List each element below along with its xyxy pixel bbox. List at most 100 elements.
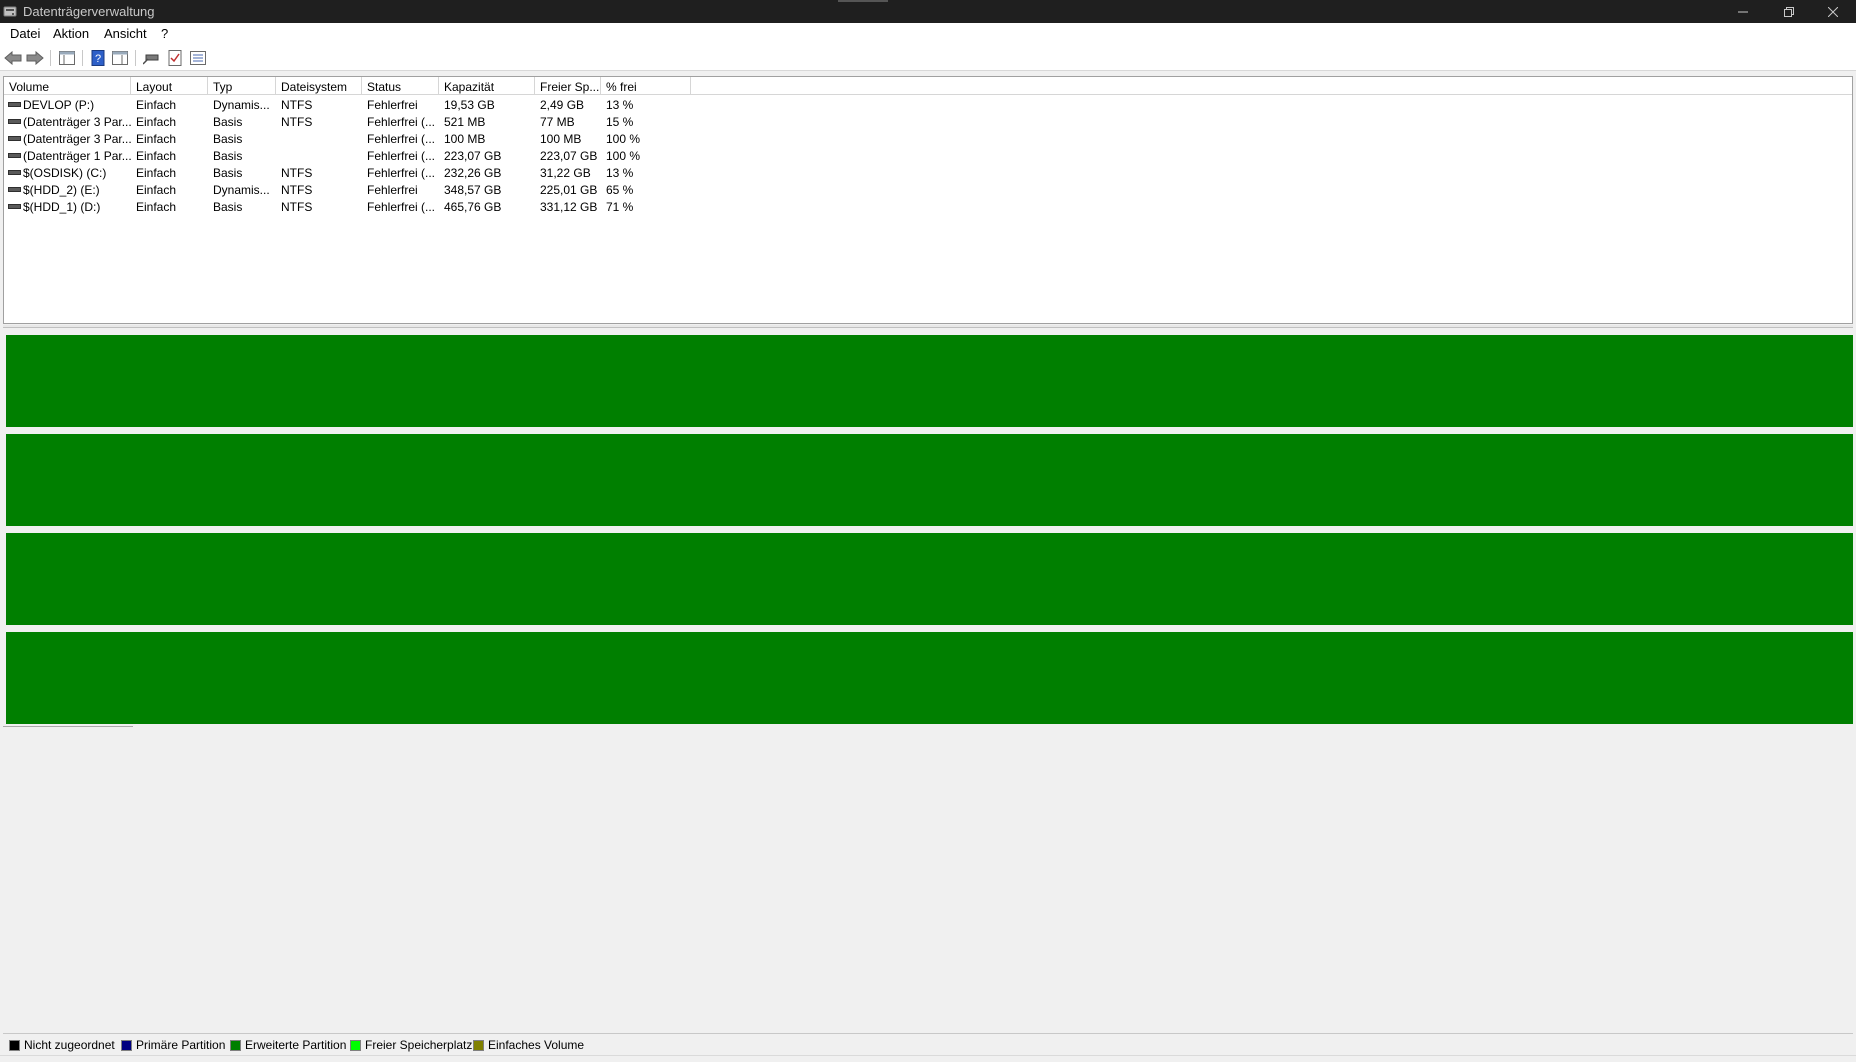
back-arrow-icon xyxy=(4,51,22,65)
close-button[interactable] xyxy=(1810,0,1856,23)
check-icon xyxy=(168,50,182,66)
cell-layout: Einfach xyxy=(136,149,177,163)
cell-volume: $(OSDISK) (C:) xyxy=(23,166,107,180)
cell-prozent-frei: 13 % xyxy=(606,166,634,180)
cell-kapazitaet: 19,53 GB xyxy=(444,98,495,112)
menu-datei[interactable]: Datei xyxy=(8,26,42,41)
check-button[interactable] xyxy=(165,49,185,67)
legend-item-simple-volume: Einfaches Volume xyxy=(473,1038,584,1052)
table-row[interactable]: $(HDD_1) (D:) Einfach Basis NTFS Fehlerfrei … xyxy=(4,198,1852,215)
cell-typ: Basis xyxy=(213,115,243,129)
table-row[interactable]: $(HDD_2) (E:) Einfach Dynamis... NTFS Fehler… xyxy=(4,181,1852,198)
toolbar-separator xyxy=(82,50,83,66)
status-bar xyxy=(0,1055,1856,1062)
table-row[interactable]: $(OSDISK) (C:) Einfach Basis NTFS Fehlerfrei… xyxy=(4,164,1852,181)
legend-label: Primäre Partition xyxy=(136,1038,226,1052)
restore-button[interactable] xyxy=(1766,0,1812,23)
drive-icon xyxy=(8,119,21,124)
cell-dateisystem: NTFS xyxy=(281,166,313,180)
table-row[interactable]: DEVLOP (P:) Einfach Dynamis... NTFS Fehlerfr… xyxy=(4,96,1852,113)
drive-icon xyxy=(8,102,21,107)
toolbar: ? xyxy=(0,45,1856,71)
column-header-layout[interactable]: Layout xyxy=(131,77,208,95)
legend-label: Erweiterte Partition xyxy=(245,1038,347,1052)
list-view-button[interactable] xyxy=(188,49,208,67)
cell-prozent-frei: 13 % xyxy=(606,98,634,112)
toolbar-separator xyxy=(50,50,51,66)
cell-volume: $(HDD_2) (E:) xyxy=(23,183,100,197)
help-icon: ? xyxy=(91,50,105,66)
cell-status: Fehlerfrei (... xyxy=(367,166,436,180)
forward-button[interactable] xyxy=(25,49,45,67)
help-button[interactable]: ? xyxy=(88,49,108,67)
cell-freier-speicher: 2,49 GB xyxy=(540,98,585,112)
disk-3-bar[interactable] xyxy=(6,632,1853,724)
cell-prozent-frei: 65 % xyxy=(606,183,634,197)
title-bar[interactable]: Datenträgerverwaltung xyxy=(0,0,1856,23)
disk-2-bar[interactable] xyxy=(6,533,1853,625)
toolbar-separator xyxy=(135,50,136,66)
legend-item-unallocated: Nicht zugeordnet xyxy=(9,1038,115,1052)
drive-icon xyxy=(8,136,21,141)
console-tree-icon xyxy=(59,51,75,65)
forward-arrow-icon xyxy=(26,51,44,65)
connect-disk-button[interactable] xyxy=(141,49,161,67)
cell-typ: Basis xyxy=(213,200,243,214)
table-row[interactable]: (Datenträger 3 Par... Einfach Basis Fehlerf… xyxy=(4,130,1852,147)
properties-pane-icon xyxy=(112,51,128,65)
legend-item-primary: Primäre Partition xyxy=(121,1038,225,1052)
legend-swatch xyxy=(121,1039,132,1051)
table-row[interactable]: (Datenträger 3 Par... Einfach Basis NTFS Feh… xyxy=(4,113,1852,130)
minimize-button[interactable] xyxy=(1720,0,1766,23)
cell-prozent-frei: 100 % xyxy=(606,149,641,163)
column-header-dateisystem[interactable]: Dateisystem xyxy=(276,77,362,95)
column-header-freier-speicher[interactable]: Freier Sp... xyxy=(535,77,601,95)
pane-splitter[interactable] xyxy=(3,325,1853,328)
menu-aktion[interactable]: Aktion xyxy=(51,26,91,41)
column-header-volume[interactable]: Volume xyxy=(4,77,131,95)
restore-icon xyxy=(1784,6,1794,17)
title-drag-indicator xyxy=(838,0,888,2)
cell-prozent-frei: 71 % xyxy=(606,200,634,214)
disk-management-app-icon xyxy=(3,4,17,18)
minimize-icon xyxy=(1738,11,1748,12)
column-header-status[interactable]: Status xyxy=(362,77,439,95)
cell-typ: Dynamis... xyxy=(213,98,270,112)
cell-kapazitaet: 100 MB xyxy=(444,132,486,146)
disk-0-bar[interactable] xyxy=(6,335,1853,427)
column-header-typ[interactable]: Typ xyxy=(208,77,276,95)
svg-text:?: ? xyxy=(95,53,101,65)
cell-freier-speicher: 225,01 GB xyxy=(540,183,598,197)
cell-prozent-frei: 100 % xyxy=(606,132,641,146)
legend-swatch xyxy=(473,1039,484,1051)
disk-1-bar[interactable] xyxy=(6,434,1853,526)
column-header-prozent-frei[interactable]: % frei xyxy=(601,77,691,95)
close-icon xyxy=(1828,6,1838,17)
cell-kapazitaet: 521 MB xyxy=(444,115,486,129)
cell-status: Fehlerfrei (... xyxy=(367,200,436,214)
cell-layout: Einfach xyxy=(136,200,177,214)
cell-typ: Basis xyxy=(213,166,243,180)
list-view-icon xyxy=(190,51,206,65)
properties-pane-button[interactable] xyxy=(110,49,130,67)
legend-label: Freier Speicherplatz xyxy=(365,1038,473,1052)
cell-volume: (Datenträger 1 Par... xyxy=(23,149,131,163)
drive-icon xyxy=(8,204,21,209)
cell-kapazitaet: 465,76 GB xyxy=(444,200,502,214)
menu-ansicht[interactable]: Ansicht xyxy=(102,26,149,41)
menu-help[interactable]: ? xyxy=(159,26,170,41)
window-title: Datenträgerverwaltung xyxy=(23,4,155,19)
back-button[interactable] xyxy=(3,49,23,67)
volume-list[interactable]: Volume Layout Typ Dateisystem Status Kap… xyxy=(3,76,1853,324)
cell-freier-speicher: 331,12 GB xyxy=(540,200,598,214)
cell-typ: Basis xyxy=(213,149,243,163)
table-row[interactable]: (Datenträger 1 Par... Einfach Basis Fehlerf… xyxy=(4,147,1852,164)
column-header-kapazitaet[interactable]: Kapazität xyxy=(439,77,535,95)
disk-graphic-pane xyxy=(3,329,1853,1029)
cell-status: Fehlerfrei (... xyxy=(367,149,436,163)
console-tree-button[interactable] xyxy=(57,49,77,67)
cell-freier-speicher: 31,22 GB xyxy=(540,166,591,180)
cell-typ: Basis xyxy=(213,132,243,146)
legend-swatch xyxy=(230,1039,241,1051)
cell-layout: Einfach xyxy=(136,115,177,129)
